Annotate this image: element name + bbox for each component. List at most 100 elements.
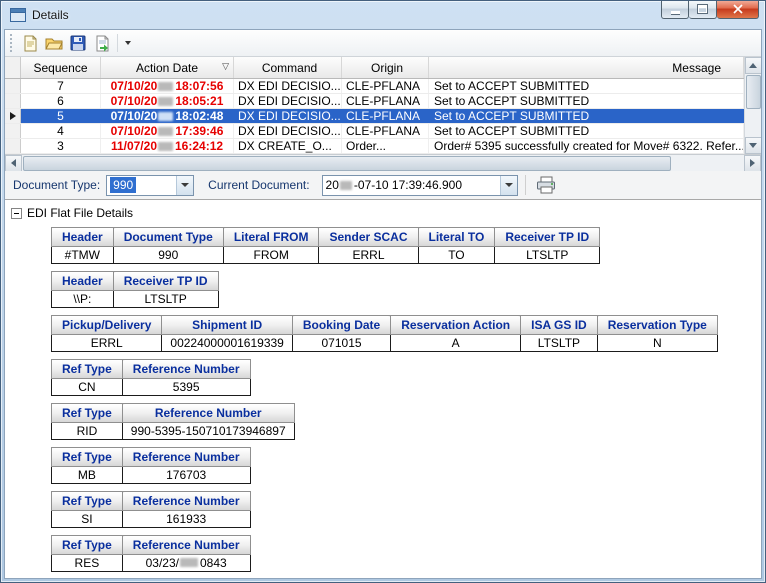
row-selector[interactable] <box>5 109 21 123</box>
table-row-selected[interactable]: 5 07/10/2018:02:48 DX EDI DECISIO... CLE… <box>5 109 744 124</box>
cell-command: DX EDI DECISIO... <box>234 79 342 93</box>
column-header-sequence[interactable]: Sequence <box>21 57 101 78</box>
vertical-scroll-thumb[interactable] <box>746 75 761 109</box>
open-button[interactable] <box>42 32 66 54</box>
vertical-scrollbar[interactable] <box>744 57 761 154</box>
edi-segment-table: Pickup/Delivery Shipment ID Booking Date… <box>51 315 718 352</box>
redacted-text <box>158 82 173 91</box>
cell-sequence: 5 <box>21 109 101 123</box>
document-type-select[interactable]: 990 <box>106 175 194 196</box>
cell-origin: CLE-PFLANA <box>342 94 429 108</box>
segment-value: 990-5395-150710173946897 <box>122 423 294 440</box>
segment-header: Reservation Action <box>391 316 521 335</box>
minimize-icon <box>671 11 680 14</box>
column-header-command[interactable]: Command <box>234 57 342 78</box>
export-button[interactable] <box>90 32 114 54</box>
segment-header: Ref Type <box>52 404 123 423</box>
maximize-button[interactable] <box>689 0 717 19</box>
column-header-action-date[interactable]: Action Date ▽ <box>101 57 234 78</box>
tree-node-label: EDI Flat File Details <box>27 206 133 220</box>
scroll-up-button[interactable] <box>745 57 762 74</box>
table-row[interactable]: 7 07/10/2018:07:56 DX EDI DECISIO... CLE… <box>5 79 744 94</box>
maximize-icon <box>698 5 707 13</box>
redacted-text <box>158 112 173 121</box>
close-icon <box>733 4 743 14</box>
segment-header: Document Type <box>113 228 223 247</box>
close-button[interactable] <box>717 0 759 19</box>
caption-buttons <box>661 0 759 19</box>
cell-origin: CLE-PFLANA <box>342 79 429 93</box>
cell-action-date: 11/07/2016:24:12 <box>101 139 234 153</box>
table-row[interactable]: 4 07/10/2017:39:46 DX EDI DECISIO... CLE… <box>5 124 744 139</box>
cell-message: Order# 5395 successfully created for Mov… <box>429 139 744 153</box>
segment-value: CN <box>52 379 123 396</box>
document-bar: Document Type: 990 Current Document: 20-… <box>5 171 761 200</box>
scroll-down-button[interactable] <box>745 137 762 154</box>
open-folder-icon <box>45 35 63 51</box>
segment-header: Booking Date <box>292 316 390 335</box>
row-selector[interactable] <box>5 79 21 93</box>
segment-value: RES <box>52 555 123 572</box>
segment-header: Reference Number <box>122 448 250 467</box>
current-document-select[interactable]: 20-07-10 17:39:46.900 <box>322 175 518 196</box>
edi-tables: Header Document Type Literal FROM Sender… <box>51 227 761 572</box>
row-selector[interactable] <box>5 94 21 108</box>
segment-header: Sender SCAC <box>319 228 418 247</box>
current-document-dropdown-button[interactable] <box>500 176 517 195</box>
save-button[interactable] <box>66 32 90 54</box>
grid-header: Sequence Action Date ▽ Command Origin Me… <box>5 57 744 79</box>
horizontal-scroll-thumb[interactable] <box>23 156 671 171</box>
print-button[interactable] <box>533 173 560 197</box>
collapse-expander-icon[interactable] <box>11 208 22 219</box>
cell-message: Set to ACCEPT SUBMITTED <box>429 94 744 108</box>
redacted-text <box>180 558 198 567</box>
segment-header: Reference Number <box>122 536 250 555</box>
segment-value: #TMW <box>52 247 114 264</box>
document-type-dropdown-button[interactable] <box>176 176 193 195</box>
column-header-message[interactable]: Message <box>429 57 744 78</box>
chevron-down-icon <box>505 183 513 187</box>
cell-sequence: 6 <box>21 94 101 108</box>
minimize-button[interactable] <box>661 0 689 19</box>
cell-action-date: 07/10/2018:07:56 <box>101 79 234 93</box>
cell-sequence: 3 <box>21 139 101 153</box>
chevron-down-icon <box>181 183 189 187</box>
segment-header: Header <box>52 272 114 291</box>
sort-descending-icon: ▽ <box>222 61 229 72</box>
table-row[interactable]: 3 11/07/2016:24:12 DX CREATE_O... Order.… <box>5 139 744 154</box>
segment-value: 5395 <box>122 379 250 396</box>
redacted-text <box>158 127 173 136</box>
arrow-right-icon <box>750 159 755 167</box>
segment-value: LTSLTP <box>113 291 218 308</box>
cell-origin: CLE-PFLANA <box>342 124 429 138</box>
column-header-origin[interactable]: Origin <box>342 57 429 78</box>
scroll-right-button[interactable] <box>744 155 761 172</box>
toolbar-overflow-button[interactable] <box>121 32 135 54</box>
scroll-left-button[interactable] <box>5 155 22 172</box>
cell-sequence: 7 <box>21 79 101 93</box>
segment-value: N <box>597 335 717 352</box>
segment-header: Ref Type <box>52 448 123 467</box>
redacted-text <box>340 181 352 190</box>
window-body: Sequence Action Date ▽ Command Origin Me… <box>4 29 762 579</box>
new-button[interactable] <box>18 32 42 54</box>
edi-details-panel: EDI Flat File Details Header Document Ty… <box>5 200 761 578</box>
column-header-selector[interactable] <box>5 57 21 78</box>
segment-value: LTSLTP <box>521 335 598 352</box>
row-selector[interactable] <box>5 124 21 138</box>
row-selector[interactable] <box>5 139 21 153</box>
export-icon <box>94 35 111 52</box>
horizontal-scrollbar[interactable] <box>5 154 761 171</box>
segment-header: Literal TO <box>418 228 495 247</box>
segment-header: Reference Number <box>122 492 250 511</box>
edi-ref-table: Ref Type Reference Number RES 03/23/0843 <box>51 535 251 572</box>
segment-header: Header <box>52 228 114 247</box>
segment-value: 161933 <box>122 511 250 528</box>
edi-segment-table: Header Receiver TP ID \\P: LTSLTP <box>51 271 219 308</box>
segment-value: 990 <box>113 247 223 264</box>
tree-node: EDI Flat File Details <box>11 205 761 221</box>
cell-sequence: 4 <box>21 124 101 138</box>
toolbar-separator <box>117 34 118 52</box>
table-row[interactable]: 6 07/10/2018:05:21 DX EDI DECISIO... CLE… <box>5 94 744 109</box>
segment-value: 071015 <box>292 335 390 352</box>
